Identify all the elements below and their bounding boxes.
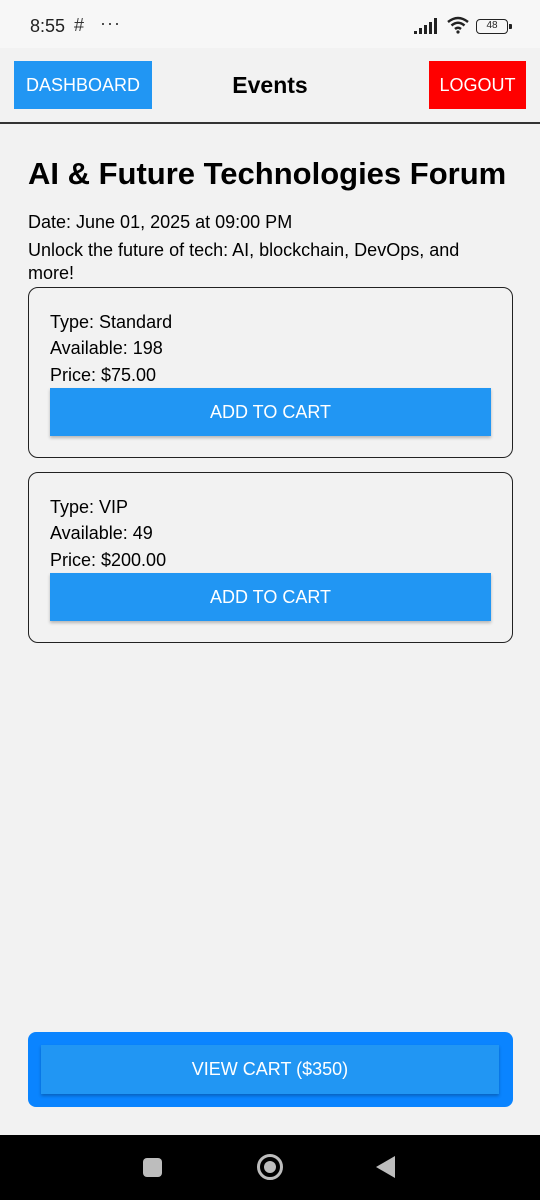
back-icon[interactable]: [376, 1156, 395, 1178]
slack-icon: #: [74, 15, 85, 35]
ticket-card-standard: Type: Standard Available: 198 Price: $75…: [28, 287, 513, 458]
status-time: 8:55: [30, 16, 66, 36]
ticket-price: Price: $75.00: [50, 365, 157, 385]
wifi-icon: [447, 16, 469, 34]
recents-icon[interactable]: [143, 1158, 162, 1177]
ticket-type: Type: VIP: [50, 497, 129, 517]
event-date: Date: June 01, 2025 at 09:00 PM: [28, 212, 293, 232]
ticket-card-vip: Type: VIP Available: 49 Price: $200.00 A…: [28, 472, 513, 643]
system-nav-bar: [0, 1135, 540, 1200]
add-to-cart-button[interactable]: ADD TO CART: [50, 388, 491, 436]
signal-icon: [414, 18, 437, 34]
event-description: Unlock the future of tech: AI, blockchai…: [28, 240, 460, 283]
add-to-cart-button[interactable]: ADD TO CART: [50, 573, 491, 621]
cart-container: VIEW CART ($350): [28, 1032, 513, 1107]
ticket-type: Type: Standard: [50, 312, 173, 332]
view-cart-button[interactable]: VIEW CART ($350): [41, 1045, 499, 1094]
dashboard-button[interactable]: DASHBOARD: [14, 61, 152, 109]
home-icon[interactable]: [257, 1154, 283, 1180]
status-bar: 8:55 # ··· 48: [0, 0, 540, 48]
logout-button[interactable]: LOGOUT: [429, 61, 526, 109]
ticket-available: Available: 49: [50, 523, 153, 543]
event-title: AI & Future Technologies Forum: [28, 156, 507, 191]
more-dots-icon: ···: [100, 13, 121, 33]
ticket-available: Available: 198: [50, 338, 163, 358]
battery-icon: 48: [476, 19, 512, 34]
app-header: DASHBOARD Events LOGOUT: [0, 48, 540, 124]
ticket-price: Price: $200.00: [50, 550, 167, 570]
